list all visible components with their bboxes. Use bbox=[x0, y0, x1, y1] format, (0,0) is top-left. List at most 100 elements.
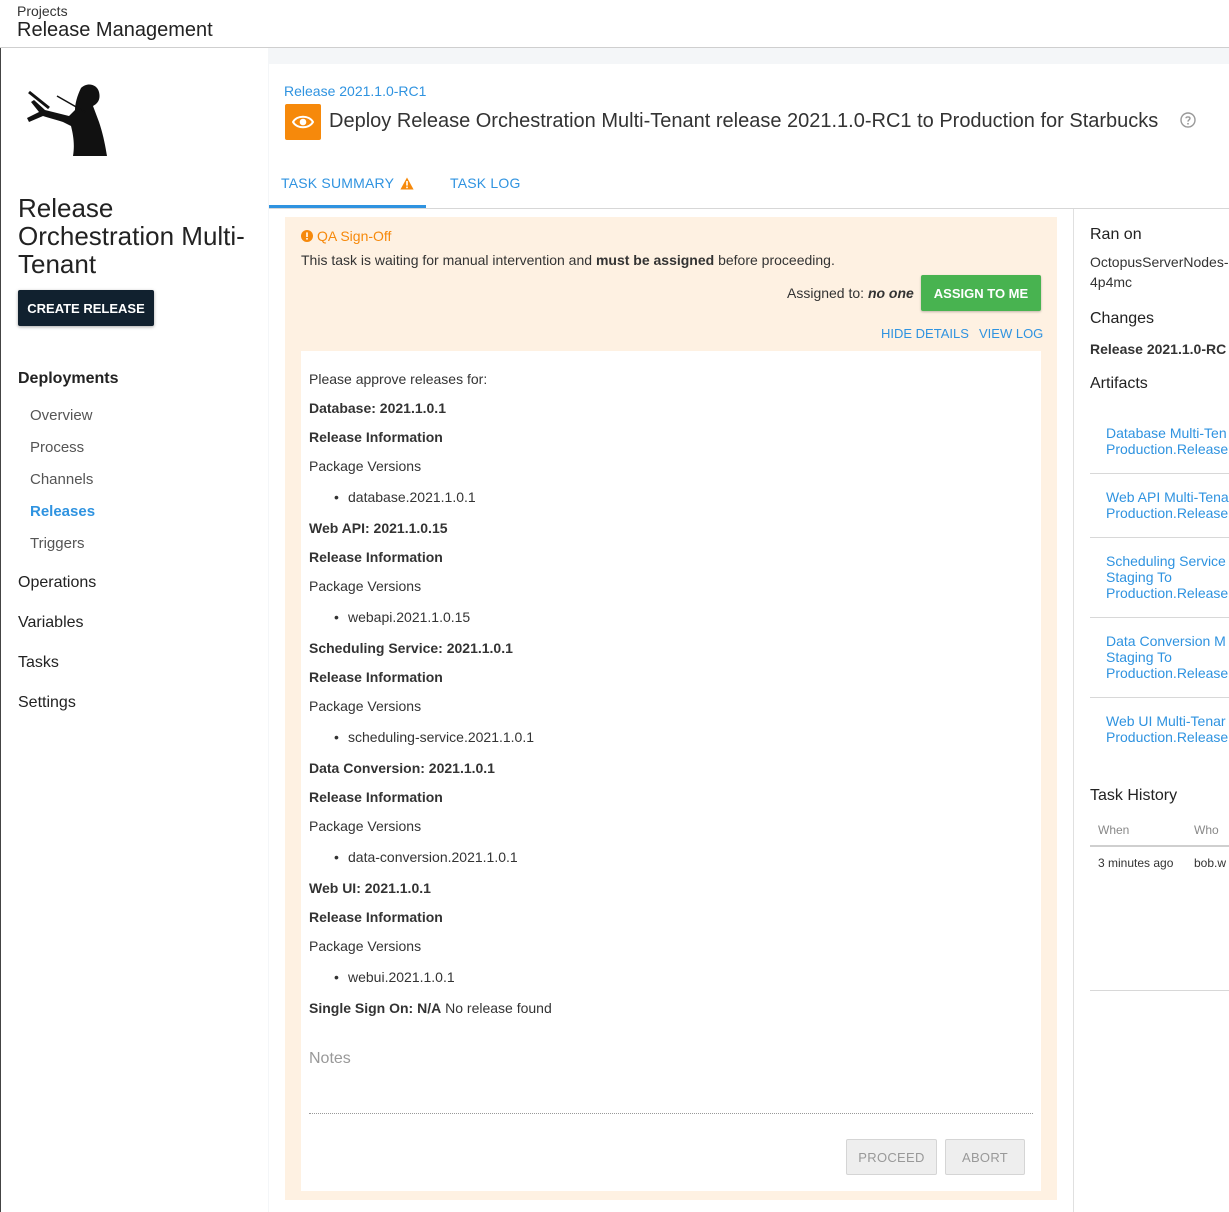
artifact-link[interactable]: Data Conversion M Staging To Production.… bbox=[1090, 633, 1229, 683]
artifact-divider bbox=[1090, 537, 1229, 538]
release-heading: Scheduling Service: 2021.1.0.1 bbox=[309, 640, 513, 656]
abort-button[interactable]: ABORT bbox=[945, 1139, 1025, 1175]
desc-bold: must be assigned bbox=[595, 252, 715, 268]
sso-value: No release found bbox=[441, 1000, 552, 1016]
ran-on-value: OctopusServerNodes- bbox=[1090, 254, 1229, 270]
package-versions-label: Package Versions bbox=[309, 578, 422, 594]
artifact-text: Production.Release bbox=[1106, 729, 1229, 745]
release-heading: Data Conversion: 2021.1.0.1 bbox=[309, 760, 495, 776]
history-who-cell: bob.w bbox=[1194, 856, 1227, 870]
project-name: Release Orchestration Multi-Tenant bbox=[18, 193, 245, 279]
changes-value[interactable]: Release 2021.1.0-RC bbox=[1090, 341, 1226, 357]
hide-details-button[interactable]: HIDE DETAILS bbox=[881, 326, 969, 341]
nav-tasks[interactable]: Tasks bbox=[18, 654, 59, 672]
page-header: Projects Release Management bbox=[0, 0, 1229, 48]
nav-item-channels[interactable]: Channels bbox=[30, 471, 93, 488]
notes-underline bbox=[309, 1113, 1033, 1114]
package-versions-label: Package Versions bbox=[309, 698, 422, 714]
create-release-button[interactable]: CREATE RELEASE bbox=[18, 290, 154, 326]
artifact-text: Scheduling Service bbox=[1106, 553, 1226, 569]
ran-on-heading: Ran on bbox=[1090, 226, 1142, 243]
history-col-who: Who bbox=[1194, 823, 1219, 837]
artifact-divider bbox=[1090, 617, 1229, 618]
artifact-text: Staging To bbox=[1106, 649, 1172, 665]
breadcrumb-projects[interactable]: Projects bbox=[17, 3, 68, 19]
artifact-link[interactable]: Scheduling Service Staging To Production… bbox=[1090, 553, 1229, 603]
warning-icon bbox=[400, 177, 414, 189]
changes-heading: Changes bbox=[1090, 310, 1155, 327]
history-header-divider bbox=[1090, 845, 1229, 847]
column-divider bbox=[1073, 209, 1074, 1212]
package-versions-label: Package Versions bbox=[309, 938, 422, 954]
artifact-text: Production.Release bbox=[1106, 585, 1229, 601]
nav-item-triggers[interactable]: Triggers bbox=[30, 535, 84, 552]
artifact-text: Database Multi-Ten bbox=[1106, 425, 1227, 441]
release-info-label: Release Information bbox=[309, 789, 443, 805]
release-heading: Web API: 2021.1.0.15 bbox=[309, 520, 448, 536]
release-info-label: Release Information bbox=[309, 549, 443, 565]
release-info-label: Release Information bbox=[309, 669, 443, 685]
nav-item-overview[interactable]: Overview bbox=[30, 407, 93, 424]
artifact-link[interactable]: Web API Multi-Tena Production.Release bbox=[1090, 489, 1229, 523]
package-name: scheduling-service.2021.1.0.1 bbox=[348, 729, 535, 745]
artifact-text: Web API Multi-Tena bbox=[1106, 489, 1229, 505]
package-name: webui.2021.1.0.1 bbox=[348, 969, 455, 985]
alert-icon bbox=[301, 230, 313, 242]
artifact-divider bbox=[1090, 697, 1229, 698]
intervention-step-title: QA Sign-Off bbox=[301, 228, 391, 244]
project-logo bbox=[27, 84, 107, 156]
nav-operations[interactable]: Operations bbox=[18, 574, 96, 592]
desc-prefix: This task is waiting for manual interven… bbox=[301, 252, 596, 268]
proceed-button[interactable]: PROCEED bbox=[846, 1139, 937, 1175]
artifact-divider bbox=[1090, 473, 1229, 474]
release-link[interactable]: Release 2021.1.0-RC1 bbox=[284, 83, 426, 99]
artifact-text: Production.Release bbox=[1106, 441, 1229, 457]
artifact-text: Production.Release bbox=[1106, 665, 1229, 681]
sso-label: Single Sign On: N/A bbox=[309, 1000, 442, 1016]
tab-task-summary[interactable]: TASK SUMMARY bbox=[281, 175, 414, 191]
tab-task-log[interactable]: TASK LOG bbox=[450, 175, 521, 191]
nav-item-process[interactable]: Process bbox=[30, 439, 84, 456]
package-name: webapi.2021.1.0.15 bbox=[348, 609, 471, 625]
assigned-label: Assigned to: bbox=[787, 285, 868, 301]
history-bottom-divider bbox=[1090, 990, 1229, 991]
artifact-text: Staging To bbox=[1106, 569, 1172, 585]
nav-item-releases[interactable]: Releases bbox=[30, 503, 95, 520]
help-icon[interactable] bbox=[1180, 112, 1196, 128]
tab-bar: TASK SUMMARY TASK LOG bbox=[269, 160, 1229, 209]
tab-task-summary-label: TASK SUMMARY bbox=[281, 175, 395, 191]
assigned-to: Assigned to: no one bbox=[787, 285, 914, 301]
sidebar: Release Orchestration Multi-Tenant CREAT… bbox=[0, 48, 268, 1212]
eye-icon bbox=[285, 104, 321, 140]
nav-deployments[interactable]: Deployments bbox=[18, 370, 118, 388]
sso-line: Single Sign On: N/A No release found bbox=[309, 1000, 552, 1016]
history-col-when: When bbox=[1098, 823, 1130, 837]
task-history-heading: Task History bbox=[1090, 787, 1178, 804]
release-heading: Database: 2021.1.0.1 bbox=[309, 400, 446, 416]
active-tab-indicator bbox=[269, 205, 426, 208]
desc-suffix: before proceeding. bbox=[714, 252, 835, 268]
release-info-label: Release Information bbox=[309, 909, 443, 925]
package-name: database.2021.1.0.1 bbox=[348, 489, 476, 505]
history-when-cell: 3 minutes ago bbox=[1098, 856, 1174, 870]
artifact-text: Web UI Multi-Tenar bbox=[1106, 713, 1226, 729]
package-name: data-conversion.2021.1.0.1 bbox=[348, 849, 518, 865]
release-heading: Web UI: 2021.1.0.1 bbox=[309, 880, 431, 896]
assigned-value: no one bbox=[867, 285, 914, 301]
nav-variables[interactable]: Variables bbox=[18, 614, 84, 632]
artifact-link[interactable]: Web UI Multi-Tenar Production.Release bbox=[1090, 713, 1229, 747]
task-title: Deploy Release Orchestration Multi-Tenan… bbox=[329, 110, 1159, 132]
artifact-link[interactable]: Database Multi-Ten Production.Release bbox=[1090, 425, 1229, 459]
page-title: Release Management bbox=[17, 19, 213, 41]
intervention-description: This task is waiting for manual interven… bbox=[301, 252, 835, 268]
ran-on-value-2: 4p4mc bbox=[1090, 274, 1133, 290]
artifacts-heading: Artifacts bbox=[1090, 375, 1148, 392]
nav-settings[interactable]: Settings bbox=[18, 694, 76, 712]
package-versions-label: Package Versions bbox=[309, 458, 422, 474]
view-log-button[interactable]: VIEW LOG bbox=[979, 326, 1043, 341]
intervention-step-name: QA Sign-Off bbox=[317, 228, 392, 244]
notes-field[interactable]: Notes bbox=[309, 1050, 351, 1068]
approve-intro: Please approve releases for: bbox=[309, 371, 488, 387]
assign-to-me-button[interactable]: ASSIGN TO ME bbox=[921, 275, 1041, 311]
artifact-text: Data Conversion M bbox=[1106, 633, 1226, 649]
